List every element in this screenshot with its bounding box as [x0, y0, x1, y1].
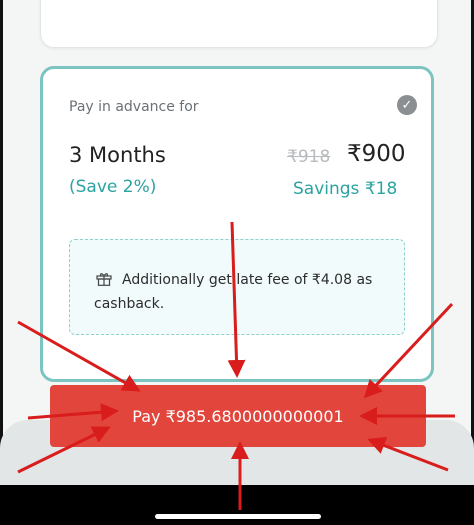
- plan-duration: 3 Months: [69, 143, 166, 167]
- screen-edge-left: [0, 0, 3, 485]
- previous-plan-card[interactable]: [40, 0, 438, 48]
- home-indicator[interactable]: [155, 514, 321, 519]
- discounted-price: ₹900: [347, 141, 406, 167]
- original-price: ₹918: [287, 147, 331, 167]
- bottom-safe-area: [0, 485, 474, 525]
- save-percent: (Save 2%): [69, 177, 157, 197]
- cashback-info-box: Additionally get late fee of ₹4.08 as ca…: [69, 239, 405, 335]
- advance-plan-card[interactable]: Pay in advance for ✓ 3 Months ₹918 ₹900 …: [40, 66, 434, 382]
- plan-title: Pay in advance for: [69, 99, 199, 115]
- pay-button-label: Pay ₹985.6800000000001: [132, 406, 344, 426]
- check-circle-icon[interactable]: ✓: [397, 95, 417, 115]
- pay-button[interactable]: Pay ₹985.6800000000001: [50, 385, 426, 447]
- savings-amount: Savings ₹18: [293, 179, 398, 199]
- cashback-text: Additionally get late fee of ₹4.08 as ca…: [94, 272, 373, 312]
